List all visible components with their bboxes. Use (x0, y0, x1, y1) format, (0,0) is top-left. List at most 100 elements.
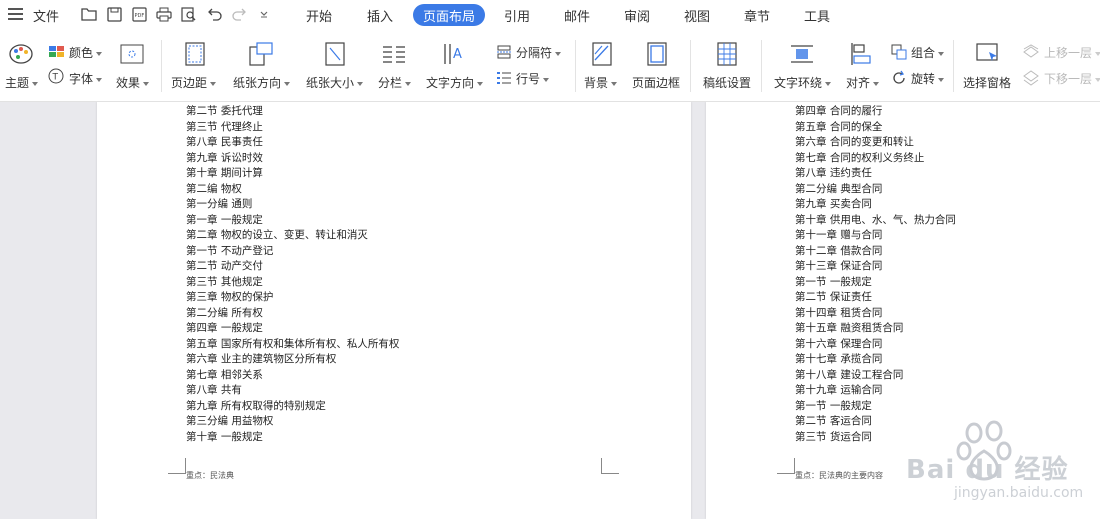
background-button[interactable]: 背景 (584, 74, 618, 91)
paper-size-button[interactable]: 纸张大小 (306, 74, 364, 91)
tab-home[interactable]: 开始 (306, 6, 332, 25)
text-direction-button[interactable]: 文字方向 (426, 74, 484, 91)
margin-button[interactable]: 页边距 (171, 74, 217, 91)
toc-line: 第十章 一般规定 (186, 430, 263, 443)
toc-line: 第八章 民事责任 (186, 136, 263, 148)
toc-line: 第十五章 融资租赁合同 (795, 322, 904, 334)
theme-icon[interactable] (8, 42, 34, 70)
effect-button[interactable]: 效果 (116, 74, 150, 91)
draft-paper-icon (716, 42, 738, 70)
toc-line: 第七章 合同的权利义务终止 (795, 151, 925, 164)
undo-icon[interactable] (205, 5, 223, 23)
orientation-button[interactable]: 纸张方向 (233, 74, 291, 91)
send-backward-label: 下移一层 (1044, 72, 1093, 86)
toc-line: 第九章 诉讼时效 (186, 151, 263, 164)
selection-pane-button[interactable]: 选择窗格 (963, 74, 1011, 91)
bring-forward-icon (1022, 44, 1040, 64)
color-button[interactable]: 颜色 (69, 44, 103, 61)
watermark-brand: Bai du 经验 (906, 455, 1069, 485)
toc-line: 第二分编 所有权 (186, 306, 263, 319)
line-number-button[interactable]: 行号 (516, 70, 550, 87)
effect-label: 效果 (116, 76, 141, 90)
bring-forward-label: 上移一层 (1044, 46, 1093, 60)
file-menu[interactable]: 文件 (33, 6, 59, 25)
tab-review[interactable]: 审阅 (624, 6, 650, 25)
background-icon (591, 42, 613, 70)
draft-setup-label: 稿纸设置 (703, 76, 752, 90)
columns-button[interactable]: 分栏 (378, 74, 412, 91)
divider (690, 40, 691, 92)
print-icon[interactable] (155, 5, 173, 23)
tab-tools[interactable]: 工具 (804, 6, 830, 25)
rotate-button[interactable]: 旋转 (911, 70, 945, 87)
toc-line: 第三节 其他规定 (186, 275, 263, 288)
margin-corner-mark (777, 458, 795, 474)
align-button[interactable]: 对齐 (846, 74, 880, 91)
bring-forward-button[interactable]: 上移一层 (1044, 44, 1100, 61)
page-border-button[interactable]: 页面边框 (632, 74, 680, 91)
margin-corner-mark (601, 458, 619, 474)
toc-line: 第一章 一般规定 (186, 213, 263, 226)
toc-line: 第十章 期间计算 (186, 167, 263, 179)
toc-line: 第三节 代理终止 (186, 120, 263, 133)
document-page[interactable]: 第二节 委托代理 第三节 代理终止 第八章 民事责任 第九章 诉讼时效 第十章 期间计算… (97, 102, 691, 519)
color-label: 颜色 (69, 46, 94, 60)
orientation-icon (248, 42, 274, 70)
tab-mailings[interactable]: 邮件 (564, 6, 590, 25)
export-pdf-icon[interactable]: PDF (130, 5, 148, 23)
divider (575, 40, 576, 92)
tab-view[interactable]: 视图 (684, 6, 710, 25)
ribbon-toolbar: 主题 颜色 T 字体 效果 页边距 纸张方向 纸张大小 分栏 A 文字方向 分隔… (0, 30, 1100, 102)
margin-icon (184, 42, 206, 70)
toc-line: 第八章 违约责任 (795, 167, 872, 179)
toc-line: 第八章 共有 (186, 384, 242, 396)
toc-line: 第三分编 用益物权 (186, 415, 274, 427)
color-icon (48, 44, 66, 63)
rotate-icon (891, 70, 907, 90)
margin-label: 页边距 (171, 76, 208, 90)
menu-bar: 文件 PDF 开始 插入 页面布局 引用 邮件 审阅 视图 章节 工具 (0, 0, 1100, 30)
draft-setup-button[interactable]: 稿纸设置 (703, 74, 751, 91)
group-button[interactable]: 组合 (911, 44, 945, 61)
tab-references[interactable]: 引用 (504, 6, 530, 25)
toc-line: 第九章 所有权取得的特别规定 (186, 399, 326, 412)
tab-insert[interactable]: 插入 (367, 6, 393, 25)
open-folder-icon[interactable] (80, 5, 98, 23)
baidu-jingyan-watermark: Bai du 经验 jingyan.baidu.com (894, 415, 1094, 515)
toc-line: 第十章 供用电、水、气、热力合同 (795, 213, 956, 226)
separator-button[interactable]: 分隔符 (516, 44, 562, 61)
toc-line: 第二节 保证责任 (795, 291, 872, 303)
toc-line: 第二节 委托代理 (186, 105, 263, 117)
save-icon[interactable] (105, 5, 123, 23)
toc-line: 第九章 买卖合同 (795, 198, 872, 210)
send-backward-button[interactable]: 下移一层 (1044, 70, 1100, 87)
tab-page-layout[interactable]: 页面布局 (413, 4, 486, 26)
divider (161, 40, 162, 92)
group-icon (891, 44, 907, 64)
text-direction-label: 文字方向 (426, 76, 475, 90)
wrap-text-icon (790, 44, 814, 68)
separator-icon (496, 44, 512, 63)
chevron-down-icon[interactable] (255, 5, 273, 23)
orientation-label: 纸张方向 (233, 76, 282, 90)
theme-label: 主题 (5, 76, 30, 90)
font-label: 字体 (69, 72, 94, 86)
toc-line: 第六章 合同的变更和转让 (795, 136, 914, 148)
tab-chapter[interactable]: 章节 (744, 6, 770, 25)
toc-line: 第十九章 运输合同 (795, 384, 883, 396)
print-preview-icon[interactable] (180, 5, 198, 23)
page-text[interactable]: 第四章 合同的履行 第五章 合同的保全 第六章 合同的变更和转让 第七章 合同的权利义… (795, 104, 956, 445)
menu-icon[interactable] (8, 8, 23, 21)
document-area[interactable]: 第二节 委托代理 第三节 代理终止 第八章 民事责任 第九章 诉讼时效 第十章 期间计算… (0, 102, 1100, 519)
footer-text: 重点：民法典 (186, 471, 234, 480)
divider (761, 40, 762, 92)
send-backward-icon (1022, 70, 1040, 90)
toc-line: 第十八章 建设工程合同 (795, 368, 904, 381)
redo-icon[interactable] (230, 5, 248, 23)
columns-label: 分栏 (378, 76, 403, 90)
font-button[interactable]: 字体 (69, 70, 103, 87)
toc-line: 第一分编 通则 (186, 198, 253, 210)
page-text[interactable]: 第二节 委托代理 第三节 代理终止 第八章 民事责任 第九章 诉讼时效 第十章 期间计算… (186, 104, 399, 445)
theme-button[interactable]: 主题 (5, 74, 39, 91)
wrap-text-button[interactable]: 文字环绕 (774, 74, 832, 91)
